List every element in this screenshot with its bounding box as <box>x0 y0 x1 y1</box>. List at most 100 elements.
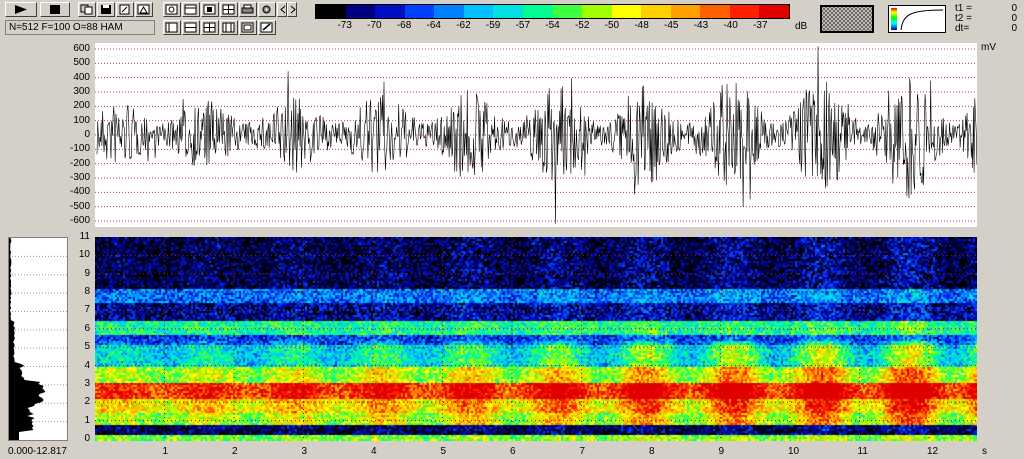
colorbar-tick-label: -52 <box>574 20 590 31</box>
spectrogram-y-tick: 7 <box>84 304 90 316</box>
copy-button[interactable] <box>78 2 96 17</box>
waveform-unit: mV <box>981 42 996 53</box>
colorbar-swatch <box>375 5 405 18</box>
spectrogram-y-tick: 10 <box>78 249 90 261</box>
spectrogram-x-tick: 12 <box>927 446 939 457</box>
color-curve-icon <box>891 8 944 31</box>
colorbar-swatch <box>670 5 701 18</box>
colorbar-swatch <box>404 5 435 18</box>
grid-icon <box>222 4 235 15</box>
chevron-left-icon <box>280 5 286 14</box>
analysis-params: N=512 F=100 O=88 HAM <box>5 20 155 35</box>
layout-2-button[interactable] <box>182 20 200 35</box>
waveform-y-tick: -400 <box>69 186 90 198</box>
view-time-button[interactable] <box>163 2 181 17</box>
waveform-y-tick: -200 <box>69 157 90 169</box>
envelope-button[interactable] <box>135 2 153 17</box>
calendar-button[interactable] <box>182 2 200 17</box>
colorbar-swatch <box>552 5 583 18</box>
layout-icon <box>222 22 235 33</box>
waveform-y-tick: -500 <box>69 200 90 212</box>
waveform-y-tick: 200 <box>73 100 90 112</box>
colorbar-unit: dB <box>795 21 808 32</box>
time-unit: s <box>982 446 987 457</box>
waveform-plot[interactable] <box>95 43 978 227</box>
spectrogram-y-tick: 6 <box>84 322 90 334</box>
colorbar-swatch <box>729 5 760 18</box>
copy-icon <box>80 4 93 15</box>
layout-icon <box>203 22 216 33</box>
colorbar-tick-label: -57 <box>515 20 531 31</box>
spectrogram-x-tick: 4 <box>371 446 377 457</box>
spectrogram-x-tick: 10 <box>788 446 800 457</box>
grid-button[interactable] <box>220 2 238 17</box>
colorbar-tick-label: -48 <box>634 20 649 31</box>
scroll-right-button[interactable] <box>287 2 297 17</box>
save-button[interactable] <box>97 2 115 17</box>
chevron-right-icon <box>290 5 296 14</box>
histogram-curve <box>9 238 67 440</box>
curve-preview[interactable] <box>888 5 946 33</box>
colorbar-swatch <box>463 5 494 18</box>
layout-1-button[interactable] <box>163 20 181 35</box>
colorbar-tick-label: -37 <box>753 20 768 31</box>
colorbar-tick-label: -59 <box>485 20 501 31</box>
waveform-y-tick: 300 <box>73 86 90 97</box>
spectrogram-y-tick: 11 <box>79 231 90 242</box>
edit-button[interactable] <box>258 20 276 35</box>
spectrogram-x-tick: 9 <box>718 446 725 457</box>
colorbar-tick-label: -54 <box>545 20 560 31</box>
spectrum-histogram <box>8 237 68 441</box>
spectrogram-x-tick: 3 <box>301 446 308 457</box>
open-button[interactable] <box>116 2 134 17</box>
print-button[interactable] <box>239 2 257 17</box>
printer-icon <box>241 4 254 14</box>
spectrogram-x-tick: 11 <box>857 446 868 457</box>
zoom-button[interactable] <box>201 2 219 17</box>
histogram-shape <box>9 238 46 440</box>
stop-icon <box>50 5 60 14</box>
colorbar-swatch <box>493 5 523 18</box>
spectrogram-x-tick: 2 <box>232 446 238 457</box>
spectrogram-y-tick: 5 <box>84 341 90 353</box>
layout-5-button[interactable] <box>239 20 257 35</box>
waveform-y-tick: 500 <box>73 57 90 69</box>
layout-icon <box>184 22 197 33</box>
clock-icon <box>165 4 178 15</box>
spectrogram-x-tick: 5 <box>440 446 447 457</box>
waveform-y-tick: -100 <box>69 143 90 155</box>
waveform-y-tick: 0 <box>84 129 90 140</box>
colorbar-tick-label: -64 <box>426 20 441 31</box>
layout-4-button[interactable] <box>220 20 238 35</box>
open-icon <box>119 4 130 15</box>
colorbar-tick-label: -62 <box>456 20 471 31</box>
colorbar-swatch <box>700 5 730 18</box>
waveform-y-tick: 100 <box>73 114 90 126</box>
spectrogram-y-tick: 8 <box>84 286 90 298</box>
pattern-preview[interactable] <box>820 5 874 33</box>
spectrogram-grid <box>95 237 977 441</box>
dt-readout: dt= 0 <box>955 23 1017 34</box>
colorbar-swatch <box>522 5 553 18</box>
gear-icon <box>262 5 271 14</box>
waveform-y-tick: 600 <box>73 43 90 54</box>
colorbar-tick-label: -50 <box>604 20 620 31</box>
stop-button[interactable] <box>40 2 70 17</box>
spectrogram-x-tick: 1 <box>162 446 169 457</box>
colorbar-tick-label: -40 <box>723 20 738 31</box>
colorbar-swatch <box>611 5 642 18</box>
play-button[interactable] <box>5 2 37 17</box>
pencil-icon <box>260 22 273 33</box>
db-colorbar <box>315 4 790 19</box>
spectrogram-plot[interactable] <box>95 237 977 441</box>
spectrogram-x-tick: 7 <box>579 446 586 457</box>
scroll-left-button[interactable] <box>277 2 287 17</box>
waveform-y-tick: -300 <box>69 172 90 183</box>
layout-3-button[interactable] <box>201 20 219 35</box>
colorbar-swatch <box>641 5 671 18</box>
play-icon <box>15 5 27 14</box>
colorbar-tick-label: -73 <box>337 20 352 31</box>
spectrogram-y-tick: 1 <box>84 414 90 426</box>
settings-button[interactable] <box>258 2 276 17</box>
triangle-icon <box>137 4 150 15</box>
